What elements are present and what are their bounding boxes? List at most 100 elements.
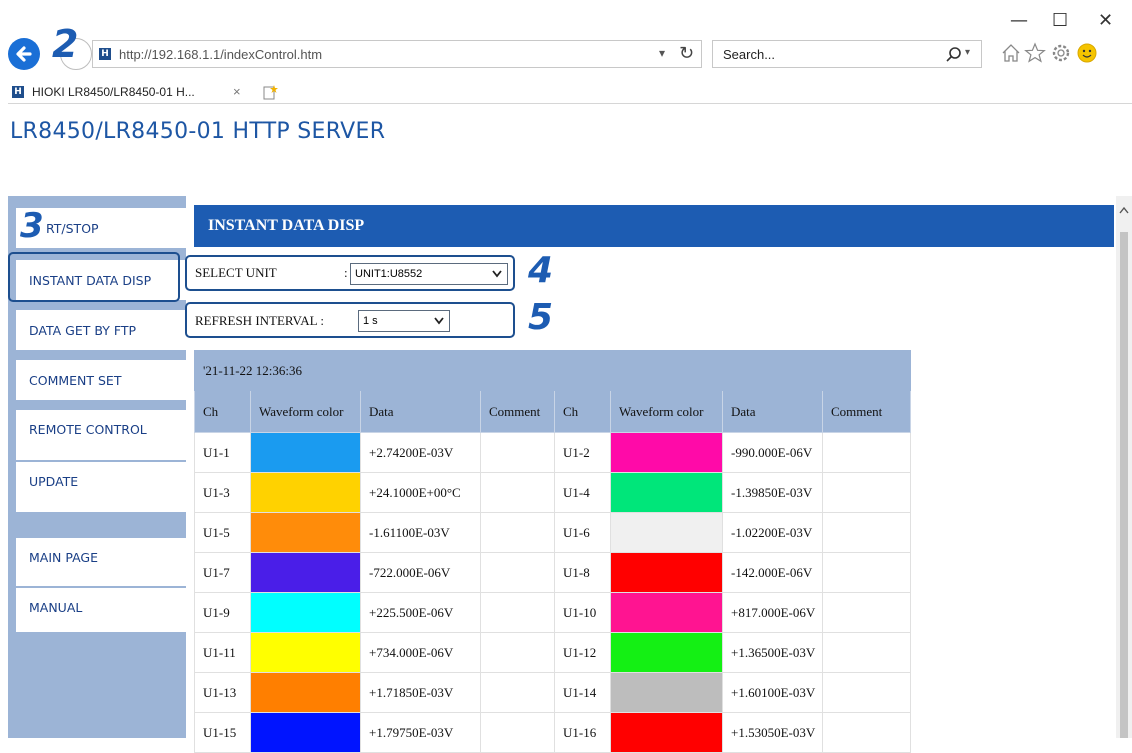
refresh-interval-label: REFRESH INTERVAL : bbox=[195, 313, 324, 328]
header-row: Ch Waveform color Data Comment Ch Wavefo… bbox=[194, 390, 911, 433]
table-row: U1-1 +2.74200E-03V U1-2 -990.000E-06V bbox=[194, 432, 911, 473]
sidebar-item-label: DATA GET BY FTP bbox=[29, 322, 137, 338]
scrollbar-thumb[interactable] bbox=[1120, 232, 1128, 738]
select-unit-dropdown[interactable]: UNIT1:U8552 bbox=[350, 263, 508, 285]
waveform-color-swatch bbox=[610, 632, 723, 673]
site-favicon-icon: H bbox=[99, 48, 111, 60]
channel-cell: U1-3 bbox=[194, 472, 251, 513]
column-header: Data bbox=[360, 390, 481, 433]
data-value-cell: -1.39850E-03V bbox=[722, 472, 823, 513]
waveform-color-swatch bbox=[250, 472, 361, 513]
timestamp: '21-11-22 12:36:36 bbox=[194, 350, 555, 391]
waveform-color-swatch bbox=[610, 432, 723, 473]
comment-cell bbox=[822, 512, 911, 553]
data-value-cell: -1.61100E-03V bbox=[360, 512, 481, 553]
data-value-cell: +1.53050E-03V bbox=[722, 712, 823, 753]
refresh-interval-dropdown[interactable]: 1 s bbox=[358, 310, 450, 332]
comment-cell bbox=[822, 672, 911, 713]
comment-cell bbox=[822, 712, 911, 753]
search-icon[interactable] bbox=[945, 46, 963, 64]
sidebar-item-update[interactable]: UPDATE bbox=[16, 462, 186, 512]
search-dropdown-icon[interactable]: ▾ bbox=[965, 47, 970, 58]
tab-favicon-icon: H bbox=[12, 86, 24, 98]
chevron-down-icon bbox=[492, 270, 502, 278]
data-value-cell: -142.000E-06V bbox=[722, 552, 823, 593]
tab-close-icon[interactable]: × bbox=[233, 84, 241, 99]
channel-cell: U1-1 bbox=[194, 432, 251, 473]
favorites-star-icon[interactable] bbox=[1024, 42, 1046, 64]
sidebar-item-remote-control[interactable]: REMOTE CONTROL bbox=[16, 410, 186, 460]
waveform-color-swatch bbox=[250, 632, 361, 673]
timestamp-row: '21-11-22 12:36:36 bbox=[194, 350, 911, 391]
waveform-color-swatch bbox=[250, 672, 361, 713]
comment-cell bbox=[480, 512, 555, 553]
waveform-color-swatch bbox=[610, 592, 723, 633]
channel-cell: U1-9 bbox=[194, 592, 251, 633]
comment-cell bbox=[480, 432, 555, 473]
browser-tab[interactable]: H HIOKI LR8450/LR8450-01 H... × bbox=[8, 81, 248, 103]
callout-number-3: 3 bbox=[20, 206, 44, 246]
table-row: U1-7 -722.000E-06V U1-8 -142.000E-06V bbox=[194, 552, 911, 593]
back-button[interactable] bbox=[8, 38, 40, 70]
comment-cell bbox=[480, 712, 555, 753]
table-row: U1-15 +1.79750E-03V U1-16 +1.53050E-03V bbox=[194, 712, 911, 753]
waveform-color-swatch bbox=[250, 432, 361, 473]
select-unit-colon: : bbox=[344, 265, 348, 280]
maximize-button[interactable]: ☐ bbox=[1052, 10, 1068, 31]
column-header: Ch bbox=[194, 390, 251, 433]
home-icon[interactable] bbox=[1000, 42, 1022, 64]
data-value-cell: -990.000E-06V bbox=[722, 432, 823, 473]
comment-cell bbox=[480, 632, 555, 673]
settings-gear-icon[interactable] bbox=[1050, 42, 1072, 64]
callout-number-5: 5 bbox=[528, 297, 554, 338]
channel-cell: U1-15 bbox=[194, 712, 251, 753]
channel-cell: U1-2 bbox=[554, 432, 611, 473]
scroll-up-arrow-icon[interactable] bbox=[1119, 206, 1129, 216]
callout-box-instant-data-disp bbox=[8, 252, 180, 302]
tab-bar: H HIOKI LR8450/LR8450-01 H... × bbox=[8, 81, 1132, 104]
data-value-cell: +225.500E-06V bbox=[360, 592, 481, 633]
data-value-cell: +1.36500E-03V bbox=[722, 632, 823, 673]
page-title: LR8450/LR8450-01 HTTP SERVER bbox=[10, 119, 386, 144]
channel-cell: U1-7 bbox=[194, 552, 251, 593]
address-bar[interactable]: H http://192.168.1.1/indexControl.htm ▾ … bbox=[92, 40, 702, 68]
data-value-cell: +1.79750E-03V bbox=[360, 712, 481, 753]
feedback-smiley-icon[interactable] bbox=[1076, 42, 1098, 64]
sidebar-item-manual[interactable]: MANUAL bbox=[16, 588, 186, 632]
timestamp-empty bbox=[554, 350, 911, 391]
waveform-color-swatch bbox=[610, 472, 723, 513]
section-header: INSTANT DATA DISP bbox=[194, 205, 1114, 247]
column-header: Comment bbox=[480, 390, 555, 433]
comment-cell bbox=[822, 432, 911, 473]
address-dropdown-icon[interactable]: ▾ bbox=[659, 46, 665, 60]
sidebar-item-label: REMOTE CONTROL bbox=[29, 422, 147, 437]
sidebar-item-data-get-by-ftp[interactable]: DATA GET BY FTP bbox=[16, 310, 186, 350]
comment-cell bbox=[480, 672, 555, 713]
refresh-icon[interactable]: ↻ bbox=[679, 43, 694, 64]
data-value-cell: +1.60100E-03V bbox=[722, 672, 823, 713]
data-value-cell: +817.000E-06V bbox=[722, 592, 823, 633]
close-window-button[interactable]: ✕ bbox=[1098, 10, 1113, 31]
callout-number-2: 2 bbox=[52, 22, 79, 66]
sidebar-item-comment-set[interactable]: COMMENT SET bbox=[16, 360, 186, 400]
column-header: Waveform color bbox=[610, 390, 723, 433]
new-tab-icon[interactable] bbox=[262, 84, 278, 100]
search-box[interactable]: Search... ▾ bbox=[712, 40, 982, 68]
waveform-color-swatch bbox=[610, 712, 723, 753]
sidebar-item-main-page[interactable]: MAIN PAGE bbox=[16, 538, 186, 586]
table-row: U1-9 +225.500E-06V U1-10 +817.000E-06V bbox=[194, 592, 911, 633]
waveform-color-swatch bbox=[610, 512, 723, 553]
search-input[interactable]: Search... bbox=[723, 47, 775, 62]
channel-cell: U1-16 bbox=[554, 712, 611, 753]
callout-number-4: 4 bbox=[528, 250, 554, 291]
channel-cell: U1-6 bbox=[554, 512, 611, 553]
minimize-button[interactable]: — bbox=[1010, 10, 1028, 31]
tab-title: HIOKI LR8450/LR8450-01 H... bbox=[32, 85, 195, 99]
data-value-cell: +24.1000E+00°C bbox=[360, 472, 481, 513]
column-header: Ch bbox=[554, 390, 611, 433]
sidebar-item-label: RT/STOP bbox=[46, 220, 99, 236]
data-value-cell: -1.02200E-03V bbox=[722, 512, 823, 553]
waveform-color-swatch bbox=[250, 512, 361, 553]
channel-cell: U1-12 bbox=[554, 632, 611, 673]
column-header: Data bbox=[722, 390, 823, 433]
